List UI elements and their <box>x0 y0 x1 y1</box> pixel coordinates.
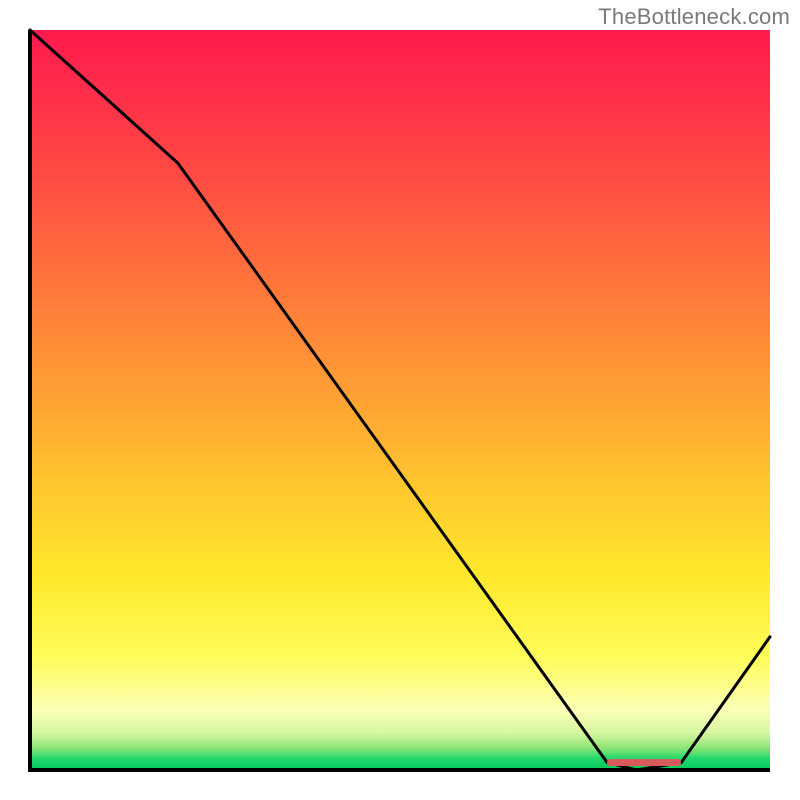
optimal-range-marker <box>607 759 681 766</box>
bottleneck-curve <box>30 30 770 770</box>
plot-area <box>30 30 770 770</box>
attribution-text: TheBottleneck.com <box>598 4 790 30</box>
chart-container: TheBottleneck.com <box>0 0 800 800</box>
